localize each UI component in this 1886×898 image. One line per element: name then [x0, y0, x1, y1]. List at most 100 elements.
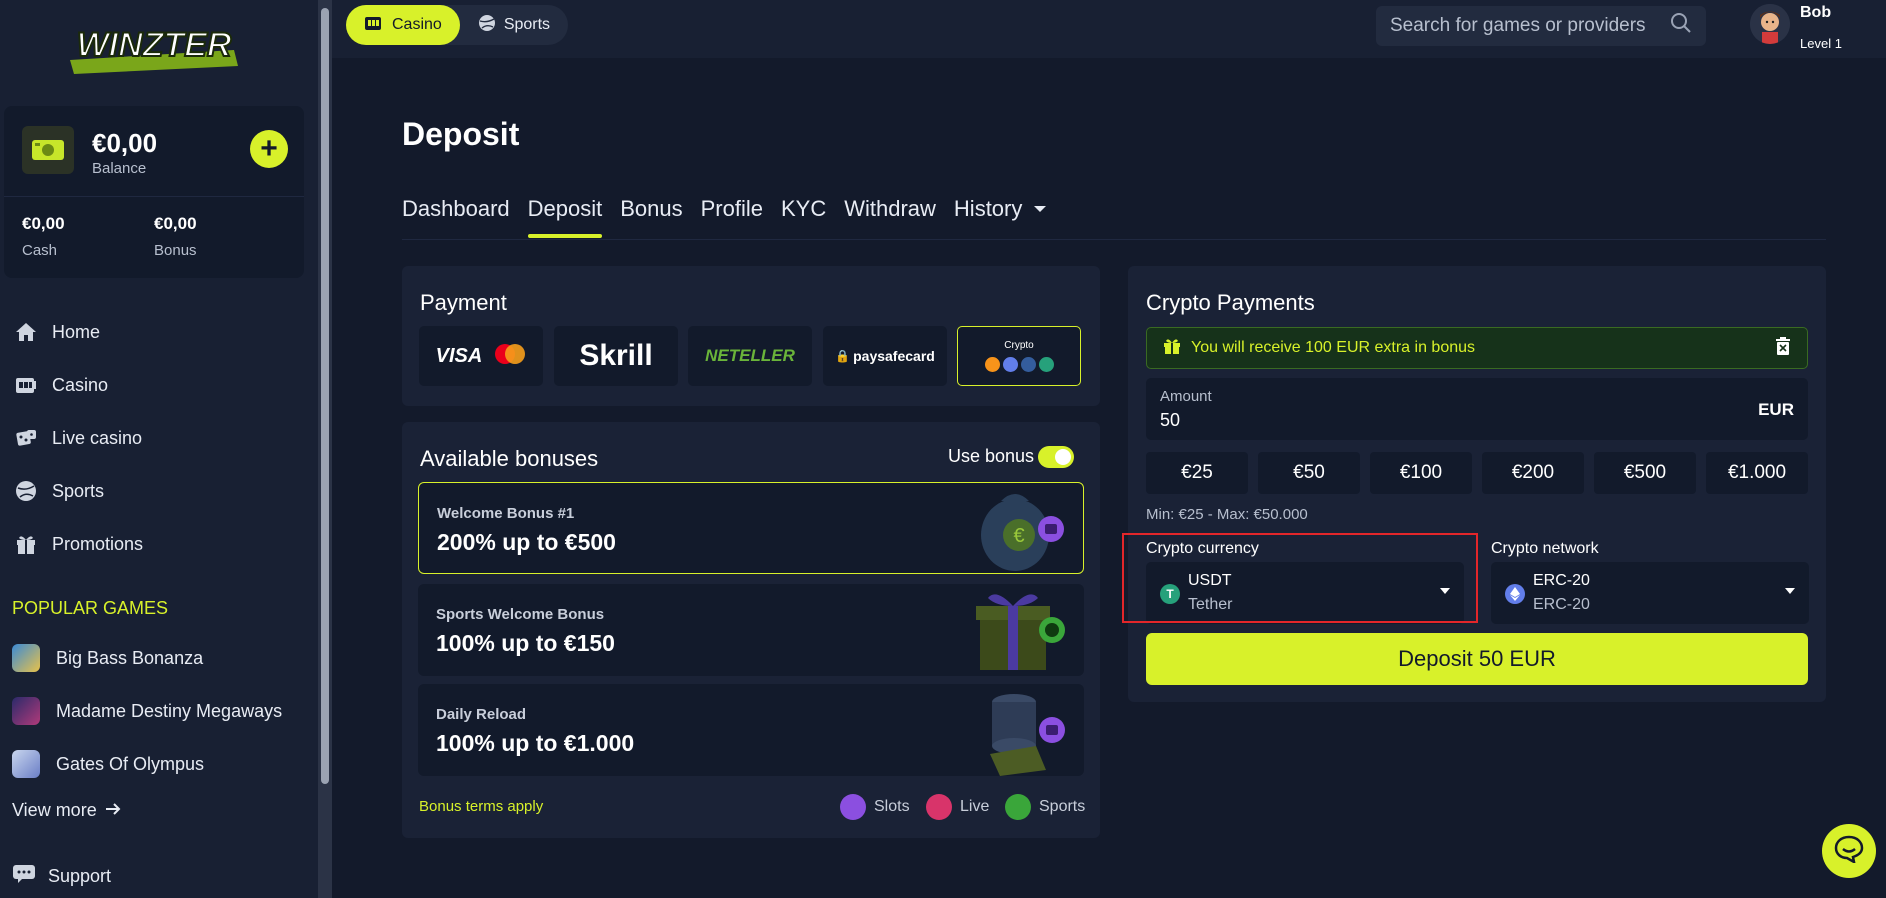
- popular-games-title: POPULAR GAMES: [12, 598, 169, 618]
- game-label: Big Bass Bonanza: [56, 647, 204, 668]
- bonus-name: Welcome Bonus #1: [437, 505, 575, 522]
- view-more-link[interactable]: View more: [12, 800, 121, 821]
- sidebar-scrollbar[interactable]: [318, 0, 332, 898]
- amount-input[interactable]: 50: [1160, 410, 1180, 431]
- legend-label: Sports: [1039, 798, 1086, 815]
- crypto-coins: [984, 357, 1054, 372]
- crypto-currency-label: Crypto currency: [1146, 540, 1259, 557]
- currency-name: Tether: [1188, 596, 1233, 613]
- user-level: Level 1: [1800, 36, 1842, 51]
- game-gates-of-olympus[interactable]: Gates Of Olympus: [12, 744, 302, 784]
- payment-method-neteller[interactable]: NETELLER: [688, 326, 812, 386]
- bonus-card-sports[interactable]: Sports Welcome Bonus 100% up to €150: [418, 584, 1084, 676]
- slot-machine-icon: [364, 14, 384, 37]
- payment-method-paysafecard[interactable]: 🔒 paysafecard: [823, 326, 947, 386]
- crypto-network-select[interactable]: ERC-20 ERC-20: [1491, 562, 1809, 624]
- quick-amount-1000[interactable]: €1.000: [1706, 452, 1808, 494]
- live-chat-button[interactable]: [1822, 824, 1876, 878]
- game-madame-destiny[interactable]: Madame Destiny Megaways: [12, 691, 302, 731]
- avatar[interactable]: [1750, 4, 1790, 44]
- money-bag-icon: €: [965, 483, 1075, 573]
- tab-deposit[interactable]: Deposit: [527, 196, 602, 238]
- tab-history[interactable]: History: [953, 196, 1047, 234]
- sports-icon: [1005, 794, 1031, 820]
- tab-dashboard[interactable]: Dashboard: [402, 196, 510, 234]
- section-switcher: Casino Sports: [346, 5, 569, 45]
- crypto-network-label: Crypto network: [1491, 540, 1599, 557]
- nav-label: Sports: [52, 480, 105, 501]
- trash-icon[interactable]: [1775, 336, 1791, 360]
- sports-tab-label: Sports: [503, 16, 551, 33]
- nav-promotions[interactable]: Promotions: [12, 522, 302, 566]
- gift-icon: [12, 530, 40, 558]
- nav-casino[interactable]: Casino: [12, 363, 302, 407]
- dice-icon: [12, 424, 40, 452]
- gift-box-icon: [966, 584, 1076, 676]
- currency-code: USDT: [1188, 572, 1232, 589]
- user-menu[interactable]: Bob Level 1: [1750, 4, 1842, 51]
- casino-tab[interactable]: Casino: [346, 5, 460, 45]
- bonus-card-reload[interactable]: Daily Reload 100% up to €1.000: [418, 684, 1084, 776]
- search-icon[interactable]: [1670, 12, 1692, 40]
- search-input[interactable]: Search for games or providers: [1376, 6, 1706, 46]
- scrollbar-thumb[interactable]: [321, 8, 329, 784]
- bonus-name: Sports Welcome Bonus: [436, 606, 605, 623]
- amount-label: Amount: [1160, 388, 1212, 405]
- brand-logo[interactable]: WINZTER: [64, 16, 244, 80]
- tab-profile[interactable]: Profile: [701, 196, 763, 234]
- network-name: ERC-20: [1533, 596, 1590, 613]
- tab-kyc[interactable]: KYC: [781, 196, 826, 234]
- legend-label: Slots: [874, 798, 910, 815]
- nav-label: Casino: [52, 374, 109, 395]
- quick-amount-200[interactable]: €200: [1482, 452, 1584, 494]
- tab-withdraw[interactable]: Withdraw: [844, 196, 936, 234]
- payment-method-skrill[interactable]: Skrill: [554, 326, 678, 386]
- deposit-button[interactable]: Deposit 50 EUR: [1146, 633, 1808, 685]
- live-icon: [926, 794, 952, 820]
- chat-bubble-icon: [1834, 835, 1864, 868]
- bonus-offer: 100% up to €150: [436, 630, 615, 656]
- crypto-currency-select[interactable]: T USDT Tether: [1146, 562, 1464, 624]
- network-code: ERC-20: [1533, 572, 1590, 589]
- coin-stack-icon: [966, 684, 1076, 776]
- cash-amount: €0,00: [22, 214, 65, 233]
- bonus-label: Bonus: [154, 242, 197, 259]
- use-bonus-toggle[interactable]: [1038, 446, 1074, 468]
- gift-icon: [1163, 337, 1181, 360]
- legend-live: Live: [926, 794, 989, 820]
- quick-amount-50[interactable]: €50: [1258, 452, 1360, 494]
- tab-history-label: History: [953, 196, 1023, 221]
- bonus-banner: You will receive 100 EUR extra in bonus: [1146, 327, 1808, 369]
- home-icon: [12, 318, 40, 346]
- nav-home[interactable]: Home: [12, 310, 302, 354]
- bitcoin-icon: [984, 357, 1000, 372]
- game-big-bass-bonanza[interactable]: Big Bass Bonanza: [12, 638, 302, 678]
- nav-sports[interactable]: Sports: [12, 469, 302, 513]
- tab-bonus[interactable]: Bonus: [620, 196, 682, 234]
- bonus-terms-link[interactable]: Bonus terms apply: [419, 798, 543, 815]
- chat-bubble-icon: [12, 864, 36, 889]
- support-link[interactable]: Support: [12, 864, 111, 889]
- crypto-label: Crypto: [1004, 340, 1034, 351]
- quick-amount-100[interactable]: €100: [1370, 452, 1472, 494]
- balance-card: €0,00 Balance + €0,00 Cash €0,00 Bonus: [4, 106, 304, 278]
- nav-live-casino[interactable]: Live casino: [12, 416, 302, 460]
- balance-amount: €0,00: [92, 128, 158, 158]
- divider: [4, 196, 304, 197]
- account-tabs: Dashboard Deposit Bonus Profile KYC With…: [402, 196, 1047, 238]
- search-placeholder: Search for games or providers: [1390, 15, 1646, 36]
- quick-amount-25[interactable]: €25: [1146, 452, 1248, 494]
- payment-title: Payment: [420, 290, 507, 315]
- bonus-card-welcome[interactable]: Welcome Bonus #1 200% up to €500 €: [418, 482, 1084, 574]
- legend-sports: Sports: [1005, 794, 1085, 820]
- quick-amount-500[interactable]: €500: [1594, 452, 1696, 494]
- chevron-down-icon: [1785, 588, 1795, 594]
- amount-field[interactable]: Amount 50 EUR: [1146, 378, 1808, 440]
- sidebar: WINZTER €0,00 Balance + €0,00 Cash €0,00…: [0, 0, 318, 898]
- sports-tab[interactable]: Sports: [460, 5, 568, 45]
- payment-method-visa[interactable]: VISA: [419, 326, 543, 386]
- add-funds-button[interactable]: +: [250, 130, 288, 168]
- bonus-offer: 200% up to €500: [437, 529, 616, 555]
- view-more-label: View more: [12, 800, 97, 820]
- payment-method-crypto[interactable]: Crypto: [957, 326, 1081, 386]
